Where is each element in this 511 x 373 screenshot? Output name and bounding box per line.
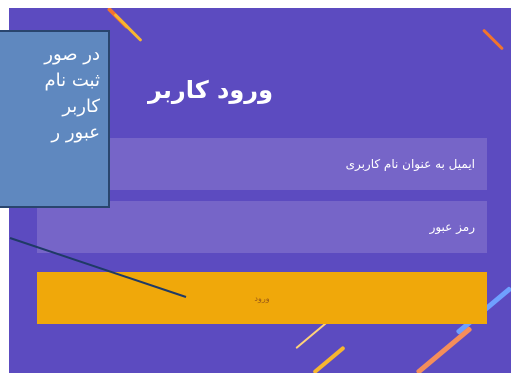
decorative-streak	[312, 345, 346, 373]
login-button[interactable]: ورود	[37, 272, 487, 324]
callout-line: کاربر	[62, 96, 100, 117]
password-input[interactable]	[37, 200, 477, 254]
callout-line: در صور	[44, 44, 100, 65]
decorative-streak	[482, 28, 504, 51]
callout-line: ثبت نام	[44, 70, 100, 91]
password-field-box	[37, 200, 487, 254]
annotation-callout: در صور ثبت نام کاربر عبور ر	[0, 30, 110, 208]
decorative-streak	[415, 326, 473, 373]
decorative-streak	[113, 13, 143, 42]
callout-line: عبور ر	[51, 122, 100, 143]
